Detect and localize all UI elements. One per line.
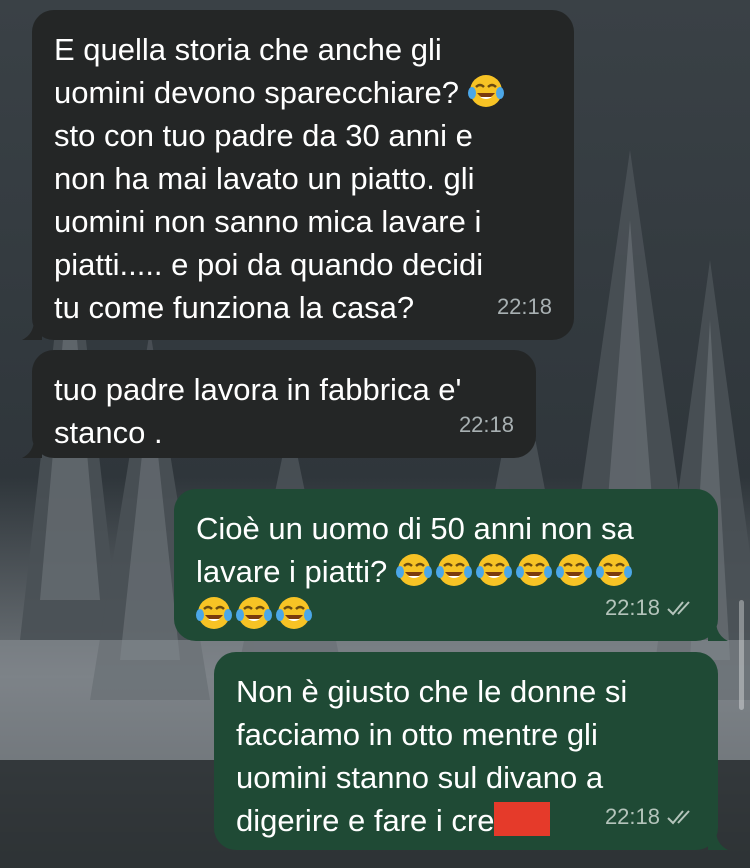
- face-with-tears-of-joy-emoji: [515, 554, 552, 586]
- face-with-tears-of-joy-emoji: [196, 597, 232, 629]
- face-with-tears-of-joy-emoji: [555, 554, 592, 586]
- message-text: tuo padre lavora in fabbrica e' stanco .: [54, 372, 462, 450]
- message-time: 22:18: [458, 412, 514, 437]
- message-time: 22:18: [604, 595, 660, 620]
- face-with-tears-of-joy-emoji: [435, 554, 472, 586]
- bubble-tail: [708, 621, 728, 641]
- incoming-message[interactable]: tuo padre lavora in fabbrica e' stanco .…: [22, 350, 536, 458]
- bubble-tail: [22, 320, 42, 340]
- bubble-tail: [22, 438, 42, 458]
- redaction-block: [494, 802, 551, 836]
- message-time: 22:18: [604, 804, 660, 829]
- bubble-tail: [708, 830, 728, 850]
- face-with-tears-of-joy-emoji: [467, 75, 504, 107]
- face-with-tears-of-joy-emoji: [236, 597, 272, 629]
- face-with-tears-of-joy-emoji: [475, 554, 512, 586]
- message-meta: 22:18: [459, 403, 514, 446]
- face-with-tears-of-joy-emoji: [595, 554, 632, 586]
- message-text: Non è giusto che le donne si facciamo in…: [236, 674, 628, 838]
- message-meta: 22:18: [497, 285, 552, 328]
- double-check-icon: [667, 809, 690, 824]
- message-text: Cioè un uomo di 50 anni non sa lavare i …: [196, 511, 636, 632]
- message-meta: 22:18: [605, 795, 696, 838]
- outgoing-message[interactable]: Cioè un uomo di 50 anni non sa lavare i …: [174, 489, 728, 641]
- face-with-tears-of-joy-emoji: [276, 597, 312, 629]
- incoming-message[interactable]: E quella storia che anche gli uomini dev…: [22, 10, 574, 340]
- message-time: 22:18: [496, 294, 552, 319]
- scroll-indicator[interactable]: [739, 600, 744, 710]
- double-check-icon: [667, 600, 690, 615]
- face-with-tears-of-joy-emoji: [395, 554, 432, 586]
- message-text: E quella storia che anche gli uomini dev…: [54, 32, 508, 325]
- outgoing-message[interactable]: Non è giusto che le donne si facciamo in…: [214, 652, 728, 850]
- message-meta: 22:18: [605, 586, 696, 629]
